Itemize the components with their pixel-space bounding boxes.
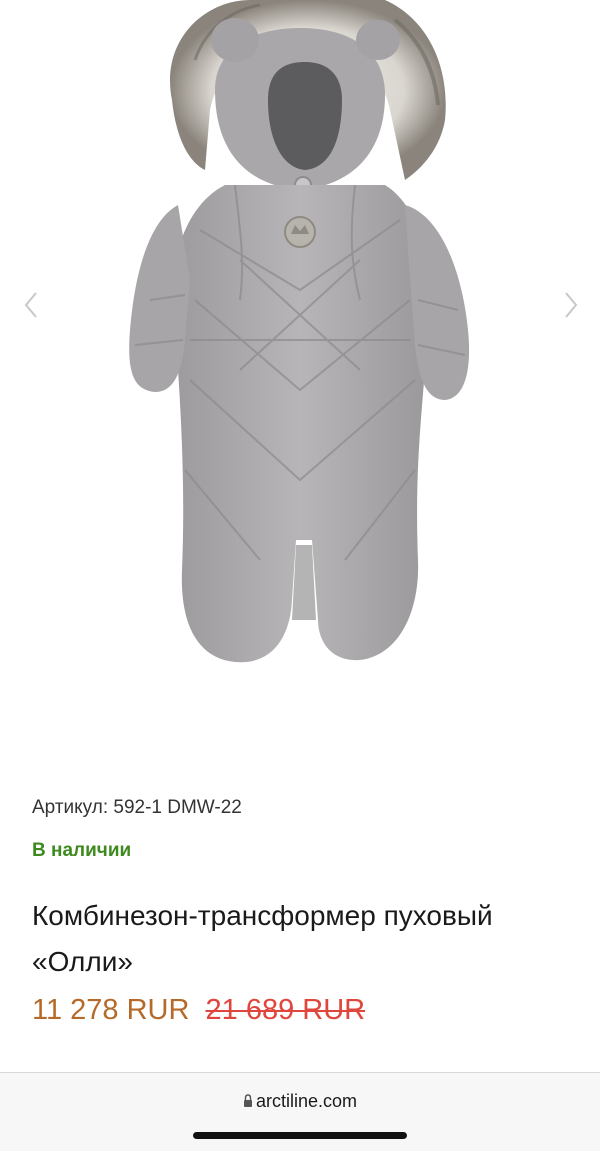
gallery-prev-button[interactable] (16, 285, 46, 325)
price-old: 21 689 RUR (205, 994, 366, 1026)
price-current: 11 278 RUR (32, 994, 190, 1026)
chevron-left-icon (24, 292, 37, 318)
chevron-right-icon (565, 292, 578, 318)
address-bar[interactable]: arctiline.com (0, 1091, 600, 1112)
product-image-gallery[interactable] (0, 0, 600, 770)
lock-icon (243, 1094, 252, 1107)
product-sku: Артикул: 592-1 DMW-22 (32, 797, 242, 818)
stock-status: В наличии (32, 840, 132, 861)
product-photo (129, 0, 470, 663)
gallery-next-button[interactable] (556, 285, 586, 325)
product-title: Комбинезон-трансформер пуховый «Олли» (32, 900, 493, 977)
browser-bottom-bar: arctiline.com (0, 1072, 600, 1151)
url-text: arctiline.com (255, 1091, 358, 1111)
home-indicator[interactable] (193, 1132, 407, 1139)
price-block: 11 278 RUR 21 689 RUR (32, 994, 365, 1027)
